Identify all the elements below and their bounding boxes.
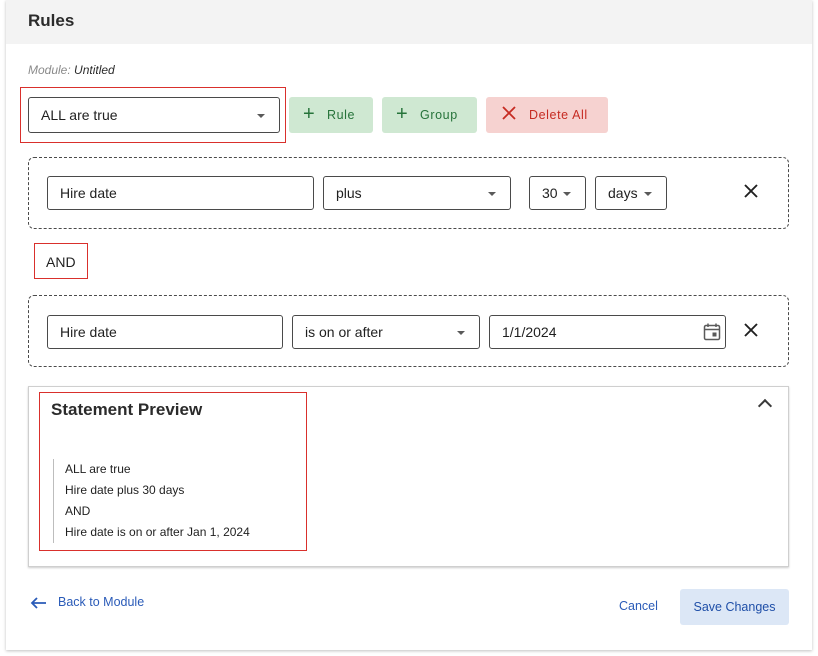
- chevron-down-icon: [644, 192, 652, 196]
- rule-row: Hire date is on or after 1/1/2024: [28, 295, 789, 367]
- plus-icon: +: [303, 103, 316, 125]
- condition-select-value: ALL are true: [41, 107, 118, 123]
- page-title: Rules: [28, 11, 75, 30]
- panel-header: Rules: [6, 0, 812, 44]
- rule-row: Hire date plus 30 days: [28, 157, 789, 229]
- rule-operator-value: plus: [336, 185, 362, 201]
- save-changes-label: Save Changes: [693, 600, 776, 614]
- rule-unit-select[interactable]: days: [595, 176, 667, 210]
- add-rule-label: Rule: [327, 108, 356, 122]
- add-group-label: Group: [420, 108, 458, 122]
- rule-amount-select[interactable]: 30: [529, 176, 586, 210]
- delete-all-label: Delete All: [529, 108, 588, 122]
- rule-unit-value: days: [608, 185, 638, 201]
- rules-panel: Rules Module: Untitled ALL are true + Ru…: [6, 0, 812, 650]
- remove-rule-button[interactable]: [743, 183, 759, 203]
- x-icon: [501, 105, 517, 125]
- rule-field-select[interactable]: Hire date: [47, 315, 283, 349]
- rule-operator-select[interactable]: plus: [323, 176, 511, 210]
- rule-operator-value: is on or after: [305, 324, 383, 340]
- rule-date-value: 1/1/2024: [502, 324, 557, 340]
- arrow-left-icon: [30, 597, 46, 609]
- cancel-button[interactable]: Cancel: [619, 599, 658, 613]
- save-changes-button[interactable]: Save Changes: [680, 589, 789, 625]
- rule-field-value: Hire date: [60, 324, 117, 340]
- add-group-button[interactable]: + Group: [382, 97, 477, 133]
- rule-operator-select[interactable]: is on or after: [292, 315, 480, 349]
- highlight-statement-preview: [39, 392, 307, 551]
- calendar-icon[interactable]: [703, 323, 721, 341]
- remove-rule-button[interactable]: [743, 322, 759, 342]
- chevron-down-icon: [257, 114, 265, 118]
- chevron-down-icon: [488, 192, 496, 196]
- rule-amount-value: 30: [542, 185, 558, 201]
- chevron-up-icon[interactable]: [757, 398, 773, 414]
- condition-select[interactable]: ALL are true: [28, 97, 280, 133]
- module-info: Module: Untitled: [28, 63, 115, 77]
- rule-field-select[interactable]: Hire date: [47, 176, 314, 210]
- close-icon: [744, 323, 758, 337]
- rule-date-input[interactable]: 1/1/2024: [489, 315, 726, 349]
- delete-all-button[interactable]: Delete All: [486, 97, 608, 133]
- add-rule-button[interactable]: + Rule: [289, 97, 373, 133]
- chevron-down-icon: [563, 192, 571, 196]
- plus-icon: +: [396, 103, 409, 125]
- rule-field-value: Hire date: [60, 185, 117, 201]
- connector-label: AND: [46, 254, 76, 270]
- close-icon: [744, 184, 758, 198]
- back-to-module-label: Back to Module: [58, 595, 145, 609]
- module-label: Module:: [28, 63, 71, 77]
- chevron-down-icon: [457, 331, 465, 335]
- module-name: Untitled: [74, 63, 115, 77]
